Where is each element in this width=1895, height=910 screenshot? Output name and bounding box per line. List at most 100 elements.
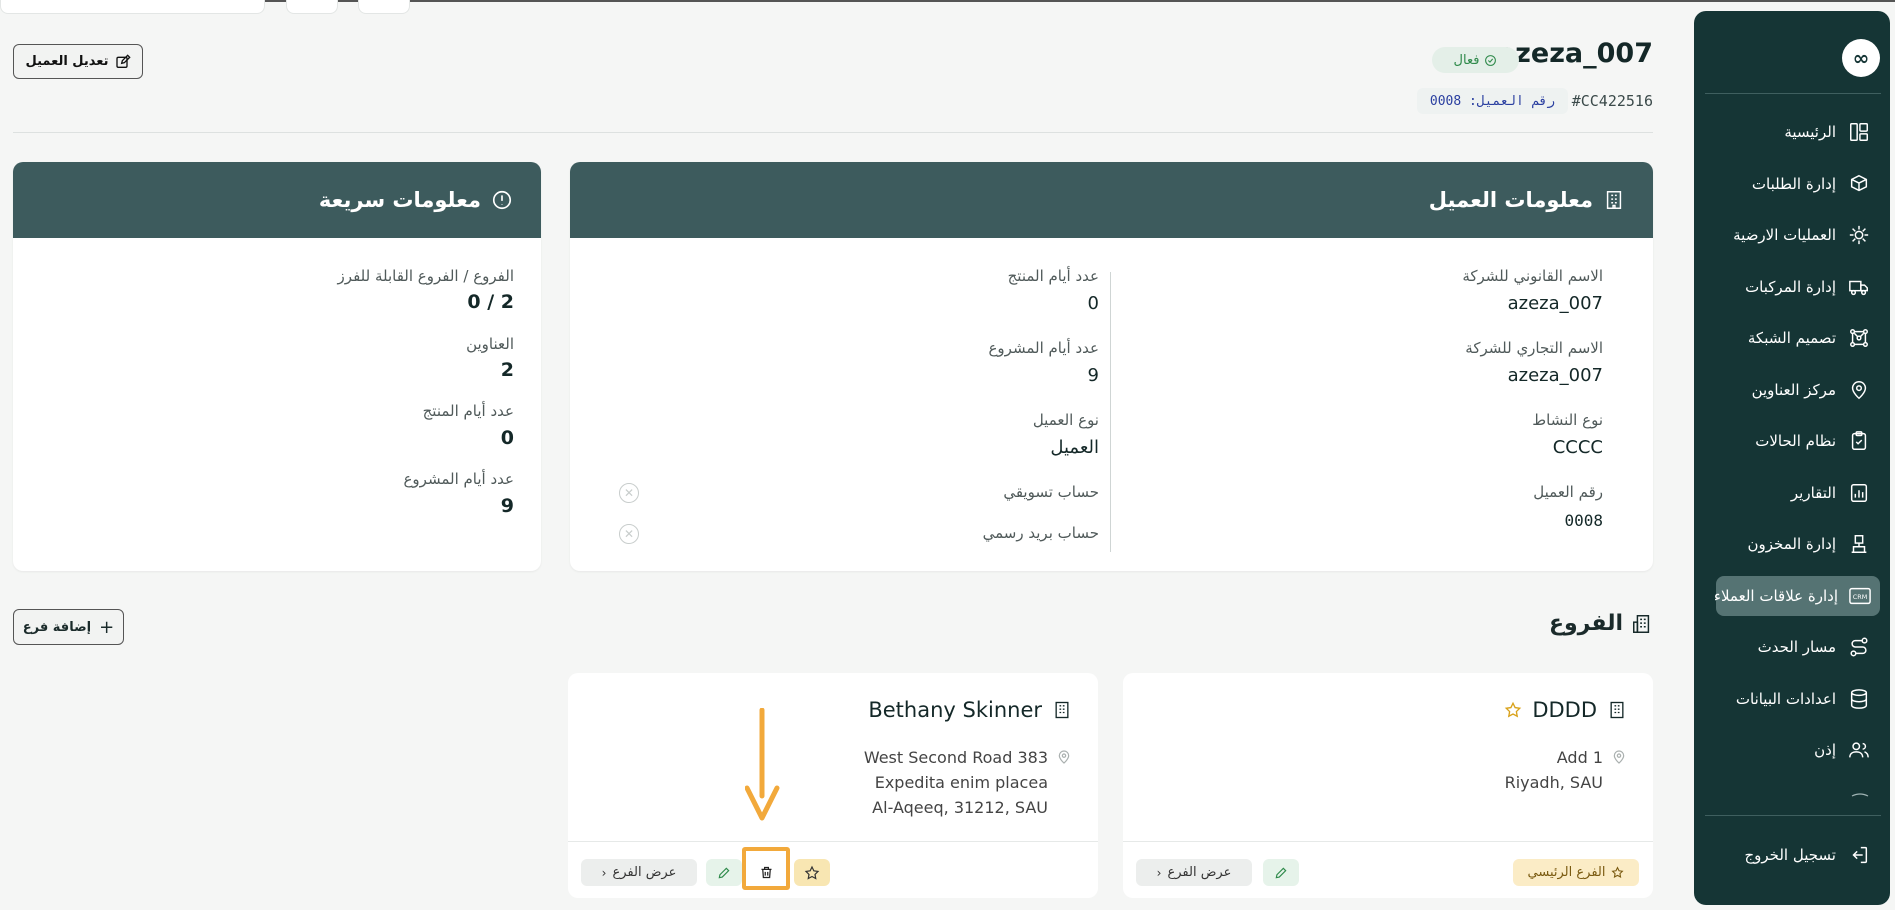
page-title: azeza_007 (1496, 38, 1653, 69)
top-search-stub[interactable] (0, 0, 265, 14)
product-days-label: عدد أيام المنتج (1007, 267, 1099, 285)
sidebar-item-reports[interactable]: التقارير (1716, 473, 1880, 513)
top-button-stub[interactable] (358, 0, 410, 14)
trade-name-value: azeza_007 (1507, 365, 1603, 386)
sidebar-item-status[interactable]: نظام الحالات (1716, 421, 1880, 461)
sidebar-item-event-path[interactable]: مسار الحدث (1716, 627, 1880, 667)
activity-value: CCCC (1552, 437, 1603, 458)
legal-name-value: azeza_007 (1507, 293, 1603, 314)
quick-info-card: معلومات سريعة الفروع / الفروع القابلة لل… (13, 162, 541, 571)
customer-info-title: معلومات العميل (1428, 188, 1593, 212)
header-divider (13, 132, 1653, 133)
sidebar: ∞ الرئيسية إدارة الطلبات العمليات الارضي… (1694, 11, 1890, 905)
sidebar-item-label: الرئيسية (1784, 123, 1836, 141)
chevron-left-icon: ‹ (601, 865, 607, 880)
sidebar-item-label: إدارة علاقات العملاء (1713, 587, 1838, 605)
sidebar-item-inventory[interactable]: إدارة المخزون (1716, 524, 1880, 564)
addresses-value: 2 (500, 359, 514, 381)
view-branch-label: عرض الفرع (612, 865, 677, 880)
logout-icon (1846, 842, 1872, 868)
branch-name: DDDD (1504, 698, 1627, 722)
network-icon (1846, 325, 1872, 351)
sidebar-item-label: مركز العناوين (1751, 381, 1836, 399)
official-mail-label: حساب بريد رسمي (982, 524, 1099, 542)
address-icon (1846, 377, 1872, 403)
edit-customer-label: تعديل العميل (25, 54, 109, 69)
quick-info-title: معلومات سريعة (318, 188, 481, 212)
x-circle-icon: ✕ (619, 483, 639, 503)
logout-button[interactable]: تسجيل الخروج (1716, 835, 1880, 875)
sidebar-item-label: إذن (1814, 741, 1836, 759)
top-button-stub[interactable] (286, 0, 338, 14)
sidebar-item-crm[interactable]: CRM إدارة علاقات العملاء (1713, 576, 1880, 616)
sidebar-item-network[interactable]: تصميم الشبكة (1716, 318, 1880, 358)
marketing-account-label: حساب تسويقي (1003, 483, 1099, 501)
product-days-value: 0 (1087, 293, 1099, 314)
branches-count-value: 0 / 2 (467, 291, 514, 313)
address-line: Expedita enim placea (874, 773, 1048, 792)
view-branch-button[interactable]: عرض الفرع ‹ (581, 859, 697, 886)
branch-name-label: Bethany Skinner (868, 698, 1042, 722)
customer-info-card: معلومات العميل الاسم القانوني للشركة aze… (570, 162, 1653, 571)
sidebar-item-label: نظام الحالات (1755, 432, 1836, 450)
branch-name-label: DDDD (1532, 698, 1597, 722)
quick-info-header: معلومات سريعة (13, 162, 541, 238)
star-icon (1611, 866, 1625, 879)
location-pin-icon (1058, 750, 1070, 764)
edit-branch-button[interactable] (706, 859, 742, 886)
customer-code: #CC422516 (1571, 92, 1653, 110)
ground-ops-icon (1846, 222, 1872, 248)
branch-card-divider (1123, 841, 1653, 842)
branches-section-title: الفروع (1549, 611, 1653, 636)
plus-icon: + (99, 616, 115, 638)
database-icon (1846, 686, 1872, 712)
status-badge: فعال (1432, 47, 1519, 73)
sidebar-item-data-settings[interactable]: اعدادات البيانات (1716, 679, 1880, 719)
chevron-left-icon: ‹ (1156, 865, 1162, 880)
quick-project-days-label: عدد أيام المشروع (403, 470, 514, 488)
building-icon (1606, 191, 1622, 209)
star-icon (1505, 701, 1522, 718)
branches-icon (1633, 614, 1650, 633)
edit-icon (115, 53, 131, 68)
branch-card: Bethany Skinner West Second Road 383 Exp… (568, 673, 1098, 898)
sidebar-item-addresses[interactable]: مركز العناوين (1716, 370, 1880, 410)
truck-icon (1846, 274, 1872, 300)
sidebar-item-label: التقارير (1790, 484, 1836, 502)
reports-icon (1846, 480, 1872, 506)
logo-icon[interactable]: ∞ (1842, 39, 1880, 77)
sidebar-item-ground-ops[interactable]: العمليات الارضية (1716, 215, 1880, 255)
project-days-label: عدد أيام المشروع (988, 339, 1099, 357)
sidebar-item-permissions[interactable]: إذن (1716, 730, 1880, 770)
branch-card: DDDD Add 1 Riyadh, SAU الفرع الرئيسي عرض… (1123, 673, 1653, 898)
quick-product-days-value: 0 (500, 427, 514, 449)
edit-branch-button[interactable] (1263, 859, 1299, 886)
addresses-label: العناوين (466, 335, 514, 353)
add-branch-button[interactable]: + إضافة فرع (13, 609, 124, 645)
sidebar-item-home[interactable]: الرئيسية (1716, 112, 1880, 152)
address-line: Al-Aqeeq, 31212, SAU (872, 798, 1048, 817)
quick-product-days-label: عدد أيام المنتج (422, 402, 514, 420)
set-main-branch-button[interactable] (794, 859, 830, 886)
edit-customer-button[interactable]: تعديل العميل (13, 44, 143, 79)
sidebar-item-label: إدارة الطلبات (1751, 175, 1836, 193)
view-branch-button[interactable]: عرض الفرع ‹ (1136, 859, 1252, 886)
location-pin-icon (1613, 750, 1625, 764)
top-border (0, 0, 1895, 2)
pencil-icon (718, 867, 730, 878)
address-line: West Second Road 383 (863, 748, 1048, 767)
logout-label: تسجيل الخروج (1744, 846, 1836, 864)
column-divider (1110, 272, 1111, 552)
activity-label: نوع النشاط (1532, 411, 1603, 429)
sidebar-item-orders[interactable]: إدارة الطلبات (1716, 164, 1880, 204)
building-icon (1610, 701, 1624, 719)
svg-text:CRM: CRM (1853, 593, 1867, 601)
pencil-icon (1275, 867, 1287, 878)
sidebar-item-vehicles[interactable]: إدارة المركبات (1716, 267, 1880, 307)
branch-address: Add 1 Riyadh, SAU (1505, 745, 1603, 795)
add-branch-label: إضافة فرع (22, 619, 92, 635)
customer-number-chip: رقم العميل: 0008 (1417, 88, 1568, 114)
x-circle-icon: ✕ (619, 524, 639, 544)
sidebar-item-label: العمليات الارضية (1733, 226, 1836, 244)
sidebar-divider (1705, 815, 1881, 816)
